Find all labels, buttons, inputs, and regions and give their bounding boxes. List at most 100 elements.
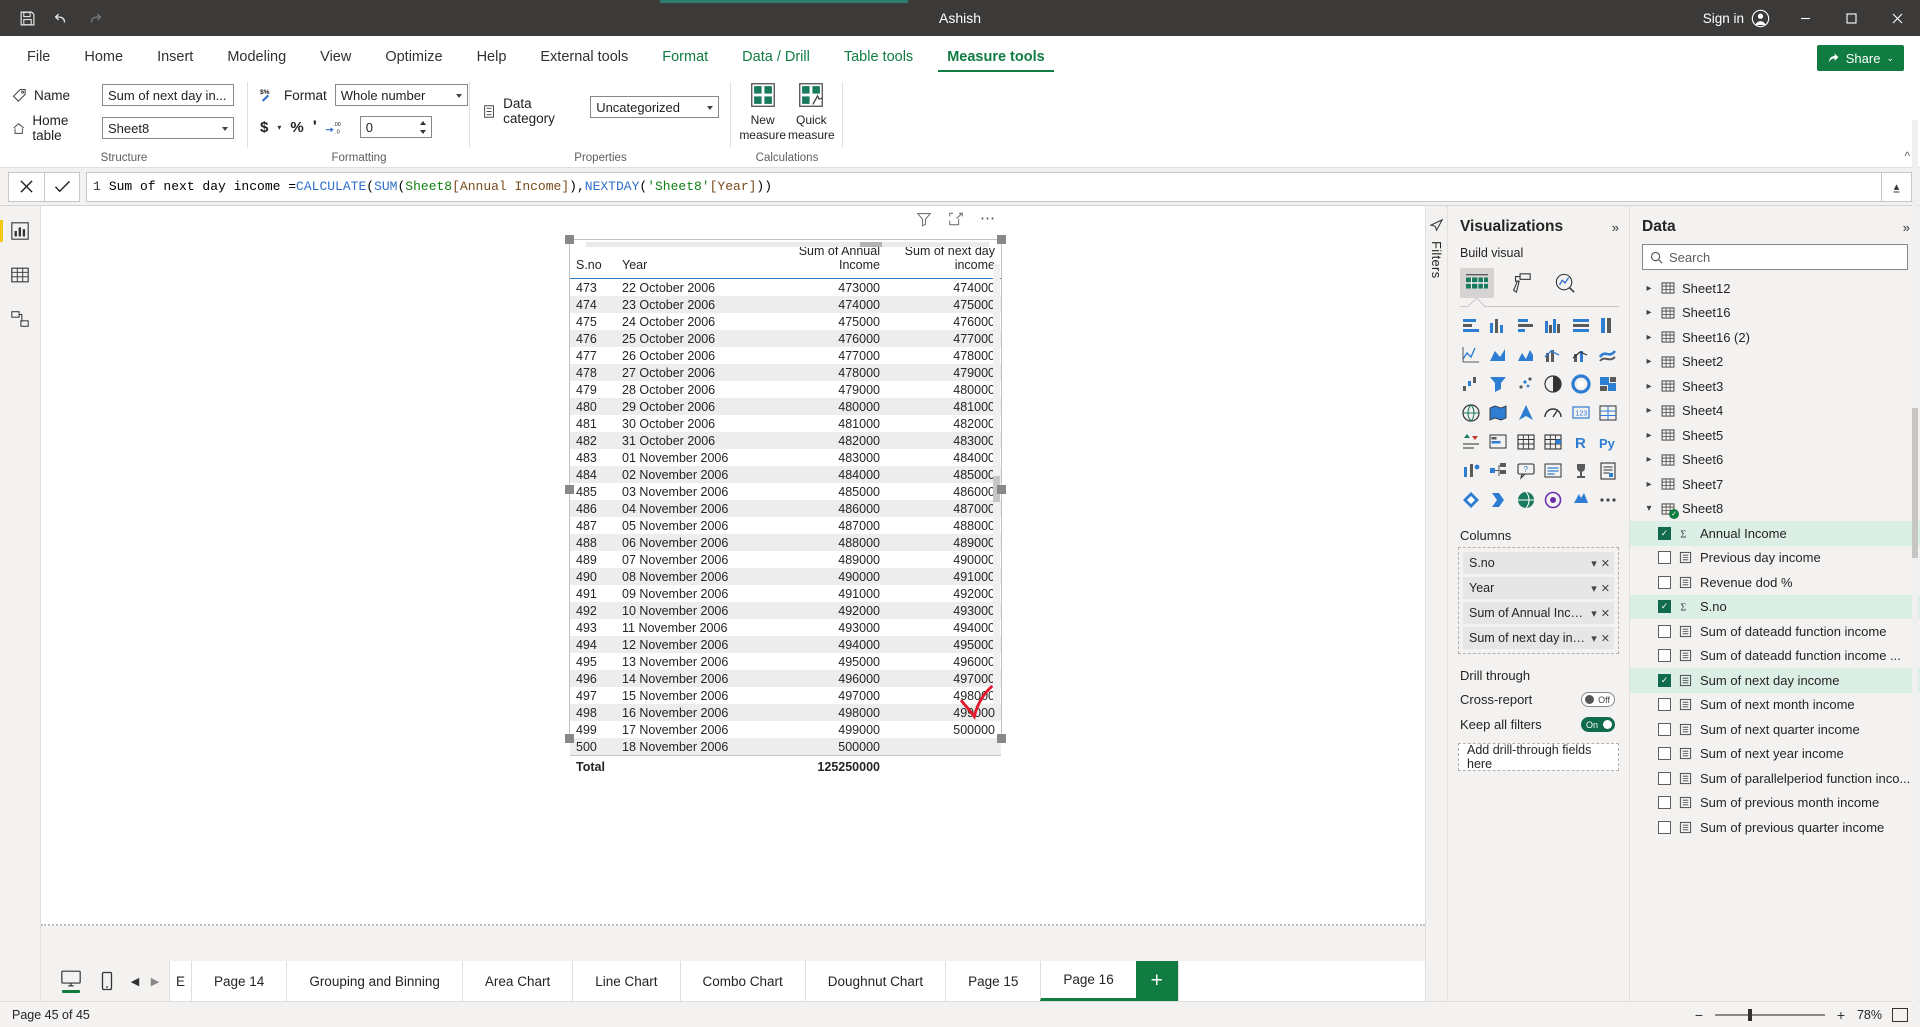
table-cell[interactable]: 477000 xyxy=(761,347,886,364)
table-row[interactable]: 48705 November 2006487000488000 xyxy=(570,517,1001,534)
field-checkbox[interactable] xyxy=(1658,723,1671,736)
chevron-down-icon[interactable]: ▾ xyxy=(1591,582,1597,595)
zoom-slider[interactable] xyxy=(1715,1014,1825,1016)
table-cell[interactable]: 483000 xyxy=(761,449,886,466)
table-cell[interactable]: 495 xyxy=(570,653,616,670)
home-table-select[interactable]: Sheet8 xyxy=(102,117,234,139)
table-cell[interactable]: 01 November 2006 xyxy=(616,449,761,466)
page-tab-grouping-and-binning[interactable]: Grouping and Binning xyxy=(286,961,462,1001)
power-apps-icon[interactable] xyxy=(1458,488,1484,512)
cancel-x-icon[interactable] xyxy=(8,172,44,202)
dollar-icon[interactable]: $ xyxy=(260,119,268,136)
table-row[interactable]: 49412 November 2006494000495000 xyxy=(570,636,1001,653)
ribbon-tab-measure-tools[interactable]: Measure tools xyxy=(930,40,1062,74)
decomposition-tree-icon[interactable] xyxy=(1486,459,1512,483)
field-checkbox[interactable] xyxy=(1658,796,1671,809)
q-and-a-icon[interactable]: ? xyxy=(1513,459,1539,483)
data-tree-table-sheet16[interactable]: ▸Sheet16 xyxy=(1630,301,1920,326)
save-icon[interactable] xyxy=(12,4,42,32)
doughnut-chart-icon[interactable] xyxy=(1568,372,1594,396)
arcgis-maps-icon[interactable] xyxy=(1541,488,1567,512)
chevron-right-icon[interactable]: ▸ xyxy=(1644,405,1654,416)
table-cell[interactable]: 489000 xyxy=(761,551,886,568)
table-cell[interactable]: 483 xyxy=(570,449,616,466)
table-cell[interactable]: 484 xyxy=(570,466,616,483)
table-cell[interactable]: 481 xyxy=(570,415,616,432)
data-field-sum-of-previous-quarter-income[interactable]: Sum of previous quarter income xyxy=(1630,815,1920,840)
table-cell[interactable]: 488000 xyxy=(886,517,1001,534)
table-grid-icon[interactable] xyxy=(5,260,35,290)
field-chip-sno[interactable]: S.no ▾ ✕ xyxy=(1463,552,1614,574)
table-cell[interactable]: 492000 xyxy=(761,602,886,619)
table-cell[interactable]: 479000 xyxy=(761,381,886,398)
field-checkbox[interactable] xyxy=(1658,698,1671,711)
table-row[interactable]: 49715 November 2006497000498000 xyxy=(570,687,1001,704)
table-cell[interactable]: 475000 xyxy=(886,296,1001,313)
table-cell[interactable]: 500 xyxy=(570,738,616,756)
table-cell[interactable]: 485000 xyxy=(761,483,886,500)
resize-handle-bottom-right[interactable] xyxy=(997,734,1006,743)
visual-horizontal-scrollbar[interactable] xyxy=(586,242,989,247)
ribbon-tab-format[interactable]: Format xyxy=(645,40,725,74)
page-tabs-next-button[interactable]: ▶ xyxy=(147,975,163,988)
table-row[interactable]: 50018 November 2006500000 xyxy=(570,738,1001,756)
table-cell[interactable]: 486000 xyxy=(761,500,886,517)
field-chip-year[interactable]: Year ▾ ✕ xyxy=(1463,577,1614,599)
decrease-decimal-icon[interactable]: .00.0 xyxy=(326,119,346,135)
field-checkbox[interactable]: ✓ xyxy=(1658,527,1671,540)
table-cell[interactable]: 07 November 2006 xyxy=(616,551,761,568)
percent-icon[interactable]: % xyxy=(290,119,303,136)
filters-rail[interactable]: Filters xyxy=(1425,206,1447,1001)
table-cell[interactable]: 495000 xyxy=(761,653,886,670)
table-cell[interactable]: 486000 xyxy=(886,483,1001,500)
table-row[interactable]: 47928 October 2006479000480000 xyxy=(570,381,1001,398)
resize-handle-bottom-left[interactable] xyxy=(565,734,574,743)
waterfall-chart-icon[interactable] xyxy=(1458,372,1484,396)
field-checkbox[interactable]: ✓ xyxy=(1658,674,1671,687)
formula-input[interactable]: 1 Sum of next day income = CALCULATE(SUM… xyxy=(86,172,1882,202)
100-stacked-bar-chart-icon[interactable] xyxy=(1568,314,1594,338)
table-cell[interactable]: 481000 xyxy=(886,398,1001,415)
table-cell[interactable]: 05 November 2006 xyxy=(616,517,761,534)
report-chart-icon[interactable] xyxy=(5,216,35,246)
table-cell[interactable]: 494 xyxy=(570,636,616,653)
field-chip-sum-annual-income[interactable]: Sum of Annual Income ▾ ✕ xyxy=(1463,602,1614,624)
data-field-sum-of-next-month-income[interactable]: Sum of next month income xyxy=(1630,693,1920,718)
chevron-right-icon[interactable]: ▸ xyxy=(1644,356,1654,367)
table-cell[interactable]: 489 xyxy=(570,551,616,568)
table-cell[interactable]: 496000 xyxy=(761,670,886,687)
table-cell[interactable]: 490 xyxy=(570,568,616,585)
data-field-sum-of-parallelperiod-function-inco-[interactable]: Sum of parallelperiod function inco... xyxy=(1630,766,1920,791)
table-cell[interactable]: 24 October 2006 xyxy=(616,313,761,330)
ribbon-tab-help[interactable]: Help xyxy=(460,40,524,74)
table-cell[interactable]: 499000 xyxy=(761,721,886,738)
table-cell[interactable]: 500000 xyxy=(886,721,1001,738)
table-cell[interactable]: 09 November 2006 xyxy=(616,585,761,602)
chevron-down-icon[interactable]: ▾ xyxy=(1591,632,1597,645)
table-cell[interactable]: 473000 xyxy=(761,279,886,297)
minimize-button[interactable] xyxy=(1782,0,1828,36)
chevron-right-icon[interactable]: ▸ xyxy=(1644,332,1654,343)
table-cell[interactable]: 478 xyxy=(570,364,616,381)
table-cell[interactable]: 486 xyxy=(570,500,616,517)
close-button[interactable] xyxy=(1874,0,1920,36)
table-cell[interactable]: 22 October 2006 xyxy=(616,279,761,297)
undo-icon[interactable] xyxy=(46,4,76,32)
table-cell[interactable]: 474000 xyxy=(761,296,886,313)
table-visual[interactable]: ⋯ S.no Year Sum of Annual Income Sum of … xyxy=(569,239,1002,739)
table-cell[interactable]: 497000 xyxy=(886,670,1001,687)
table-cell[interactable]: 476000 xyxy=(886,313,1001,330)
power-automate-icon[interactable] xyxy=(1486,488,1512,512)
data-field-sum-of-next-quarter-income[interactable]: Sum of next quarter income xyxy=(1630,717,1920,742)
table-row[interactable]: 47322 October 2006473000474000 xyxy=(570,279,1001,297)
data-search-box[interactable]: Search xyxy=(1642,244,1908,270)
table-row[interactable]: 49210 November 2006492000493000 xyxy=(570,602,1001,619)
table-cell[interactable]: 477000 xyxy=(886,330,1001,347)
table-cell[interactable]: 497000 xyxy=(761,687,886,704)
chevron-right-icon[interactable]: ▸ xyxy=(1644,381,1654,392)
table-row[interactable]: 48130 October 2006481000482000 xyxy=(570,415,1001,432)
zoom-out-button[interactable]: − xyxy=(1693,1007,1705,1023)
double-chevron-right-icon[interactable]: » xyxy=(1612,220,1619,235)
field-checkbox[interactable] xyxy=(1658,772,1671,785)
kpi-icon[interactable] xyxy=(1458,430,1484,454)
